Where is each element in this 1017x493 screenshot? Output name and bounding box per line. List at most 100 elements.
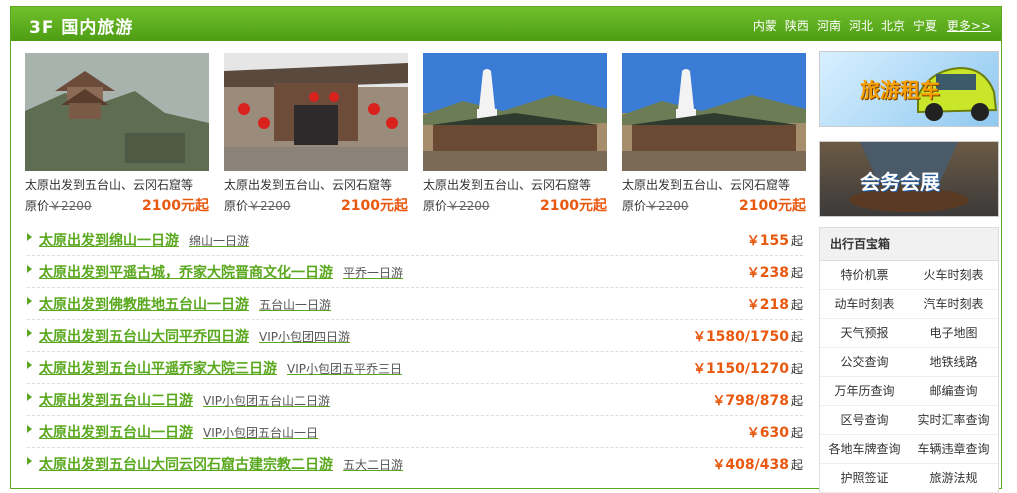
toolbox-link-license-plate[interactable]: 各地车牌查询	[820, 435, 909, 464]
tour-title[interactable]: 太原出发到佛教胜地五台山一日游	[39, 297, 249, 313]
region-link-inner-mongolia[interactable]: 内蒙	[753, 17, 777, 34]
original-price: 原价￥2200	[423, 197, 490, 214]
toolbox-link-passport-visa[interactable]: 护照签证	[820, 464, 909, 493]
toolbox-link-traffic-violation[interactable]: 车辆违章查询	[909, 435, 998, 464]
tour-title[interactable]: 太原出发到五台山平遥乔家大院三日游	[39, 361, 277, 377]
bullet-arrow-icon	[27, 265, 32, 273]
more-link[interactable]: 更多>>	[947, 17, 991, 34]
tour-subtitle: 五大二日游	[343, 458, 404, 472]
region-link-beijing[interactable]: 北京	[881, 17, 905, 34]
meeting-banner[interactable]: 会务会展	[819, 141, 999, 217]
tour-title[interactable]: 太原出发到五台山大同平乔四日游	[39, 329, 249, 345]
price-value: 218	[759, 297, 789, 313]
tour-price: ￥238 起	[747, 262, 803, 281]
tour-photo-white-pagoda-2[interactable]	[622, 53, 806, 171]
section-title: 3F 国内旅游	[29, 18, 134, 38]
bullet-arrow-icon	[27, 233, 32, 241]
price-suffix: 起	[790, 266, 803, 280]
toolbox-links: 特价机票 火车时刻表 动车时刻表 汽车时刻表 天气预报 电子地图 公交查询 地铁…	[820, 261, 998, 493]
tour-row[interactable]: 太原出发到佛教胜地五台山一日游 五台山一日游 ￥218 起	[27, 287, 803, 320]
toolbox-link-subway[interactable]: 地铁线路	[909, 348, 998, 377]
price-suffix: 起	[790, 298, 803, 312]
tour-card[interactable]: 太原出发到五台山、云冈石窟等 原价￥2200 2100元起	[423, 53, 607, 214]
sale-price: 2100元起	[341, 198, 408, 214]
bullet-arrow-icon	[27, 361, 32, 369]
tour-price: ￥218 起	[747, 294, 803, 313]
region-link-ningxia[interactable]: 宁夏	[913, 17, 937, 34]
tour-card[interactable]: 太原出发到五台山、云冈石窟等 原价￥2200 2100元起	[224, 53, 408, 214]
tour-caption: 太原出发到五台山、云冈石窟等	[423, 178, 592, 192]
tour-title[interactable]: 太原出发到绵山一日游	[39, 233, 179, 249]
bullet-arrow-icon	[27, 425, 32, 433]
price-suffix: 起	[790, 234, 803, 248]
tour-subtitle: VIP小包团五台山一日	[203, 426, 318, 440]
tour-title[interactable]: 太原出发到五台山一日游	[39, 425, 193, 441]
toolbox-link-map[interactable]: 电子地图	[909, 319, 998, 348]
price-value: 238	[759, 265, 789, 281]
original-price-value: ￥2200	[49, 199, 92, 213]
car-rental-banner-label: 旅游租车	[860, 78, 940, 102]
toolbox-link-exchange-rate[interactable]: 实时汇率查询	[909, 406, 998, 435]
yen-sign: ￥	[746, 234, 760, 249]
tour-link[interactable]: 太原出发到五台山平遥乔家大院三日游 VIP小包团五平乔三日	[39, 358, 402, 378]
tour-photo-white-pagoda[interactable]	[423, 53, 607, 171]
tour-row[interactable]: 太原出发到平遥古城，乔家大院晋商文化一日游 平乔一日游 ￥238 起	[27, 255, 803, 288]
tour-row[interactable]: 太原出发到五台山大同平乔四日游 VIP小包团四日游 ￥1580/1750 起	[27, 319, 803, 352]
original-price-label: 原价	[25, 199, 50, 213]
domestic-travel-section: 3F 国内旅游 内蒙 陕西 河南 河北 北京 宁夏 更多>> 太原出发到五台山、	[10, 6, 1002, 493]
region-link-shaanxi[interactable]: 陕西	[785, 17, 809, 34]
toolbox-link-train-timetable[interactable]: 火车时刻表	[909, 261, 998, 290]
region-link-henan[interactable]: 河南	[817, 17, 841, 34]
tour-title[interactable]: 太原出发到五台山二日游	[39, 393, 193, 409]
price-value: 408/438	[725, 457, 789, 473]
tour-row[interactable]: 太原出发到五台山二日游 VIP小包团五台山二日游 ￥798/878 起	[27, 383, 803, 416]
price-value: 1150/1270	[705, 361, 789, 377]
tour-link[interactable]: 太原出发到五台山二日游 VIP小包团五台山二日游	[39, 390, 330, 410]
tour-price: ￥1580/1750 起	[693, 326, 803, 345]
toolbox-link-postcode[interactable]: 邮编查询	[909, 377, 998, 406]
toolbox-link-weather[interactable]: 天气预报	[820, 319, 909, 348]
region-link-hebei[interactable]: 河北	[849, 17, 873, 34]
toolbox-link-bus-query[interactable]: 公交查询	[820, 348, 909, 377]
tour-row[interactable]: 太原出发到五台山大同云冈石窟古建宗教二日游 五大二日游 ￥408/438 起	[27, 447, 803, 479]
price-suffix: 起	[790, 426, 803, 440]
original-price-label: 原价	[224, 199, 249, 213]
tour-card[interactable]: 太原出发到五台山、云冈石窟等 原价￥2200 2100元起	[622, 53, 806, 214]
price-value: 1580/1750	[705, 329, 789, 345]
original-price-value: ￥2200	[646, 199, 689, 213]
tour-row[interactable]: 太原出发到五台山一日游 VIP小包团五台山一日 ￥630 起	[27, 415, 803, 448]
tour-link[interactable]: 太原出发到五台山大同平乔四日游 VIP小包团四日游	[39, 326, 350, 346]
toolbox-link-bus-timetable[interactable]: 汽车时刻表	[909, 290, 998, 319]
tour-link[interactable]: 太原出发到佛教胜地五台山一日游 五台山一日游	[39, 294, 331, 314]
price-value: 630	[759, 425, 789, 441]
car-rental-banner[interactable]: 旅游租车	[819, 51, 999, 127]
original-price-label: 原价	[622, 199, 647, 213]
tour-title[interactable]: 太原出发到五台山大同云冈石窟古建宗教二日游	[39, 457, 333, 473]
tour-title[interactable]: 太原出发到平遥古城，乔家大院晋商文化一日游	[39, 265, 333, 281]
tour-photo-pagoda[interactable]	[25, 53, 209, 171]
price-suffix: 起	[790, 330, 803, 344]
toolbox-link-travel-law[interactable]: 旅游法规	[909, 464, 998, 493]
tour-row[interactable]: 太原出发到绵山一日游 绵山一日游 ￥155 起	[27, 223, 803, 256]
tour-link[interactable]: 太原出发到平遥古城，乔家大院晋商文化一日游 平乔一日游	[39, 262, 403, 282]
tour-price: ￥798/878 起	[712, 390, 803, 409]
tour-row[interactable]: 太原出发到五台山平遥乔家大院三日游 VIP小包团五平乔三日 ￥1150/1270 起	[27, 351, 803, 384]
tour-link[interactable]: 太原出发到绵山一日游 绵山一日游	[39, 230, 249, 250]
toolbox-link-calendar[interactable]: 万年历查询	[820, 377, 909, 406]
tour-link[interactable]: 太原出发到五台山大同云冈石窟古建宗教二日游 五大二日游	[39, 454, 403, 474]
yen-sign: ￥	[746, 266, 760, 281]
toolbox-link-cheap-flights[interactable]: 特价机票	[820, 261, 909, 290]
tour-subtitle: VIP小包团四日游	[259, 330, 350, 344]
tour-photo-courtyard[interactable]	[224, 53, 408, 171]
yen-sign: ￥	[712, 394, 726, 409]
price-suffix: 起	[790, 394, 803, 408]
tour-card[interactable]: 太原出发到五台山、云冈石窟等 原价￥2200 2100元起	[25, 53, 209, 214]
sale-price: 2100元起	[142, 198, 209, 214]
tour-price: ￥630 起	[747, 422, 803, 441]
yen-sign: ￥	[712, 458, 726, 473]
yen-sign: ￥	[692, 330, 706, 345]
tour-link[interactable]: 太原出发到五台山一日游 VIP小包团五台山一日	[39, 422, 318, 442]
toolbox-link-bullet-train-timetable[interactable]: 动车时刻表	[820, 290, 909, 319]
toolbox-link-area-code[interactable]: 区号查询	[820, 406, 909, 435]
yen-sign: ￥	[746, 426, 760, 441]
